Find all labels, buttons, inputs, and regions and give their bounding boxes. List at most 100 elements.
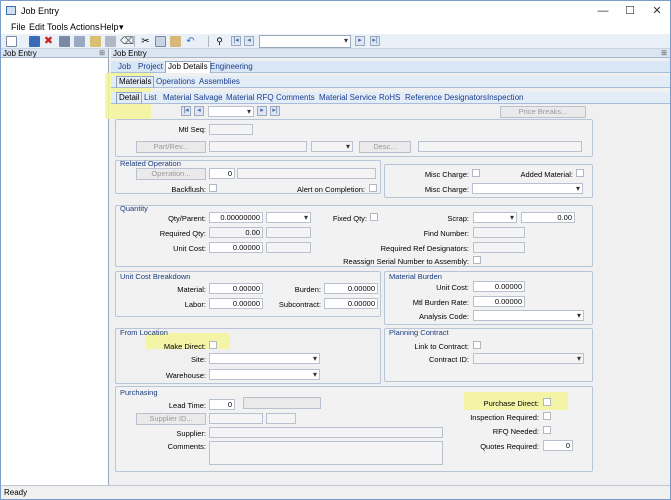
backflush-checkbox[interactable] — [209, 184, 217, 192]
supplier-field[interactable] — [209, 427, 443, 438]
warehouse-select[interactable] — [209, 369, 320, 380]
added-material-checkbox[interactable] — [576, 169, 584, 177]
inspection-required-checkbox[interactable] — [543, 412, 551, 420]
misc-charge-code-select[interactable] — [472, 183, 583, 194]
previous-material-icon[interactable]: ◂ — [194, 106, 204, 116]
rev-field[interactable] — [311, 141, 353, 152]
lead-time-button[interactable] — [243, 397, 321, 409]
required-qty-field[interactable]: 0.00 — [209, 227, 263, 238]
purchase-point-field[interactable] — [266, 413, 296, 424]
tab-material-rfq[interactable]: Material RFQ — [224, 93, 276, 103]
contract-id-select[interactable] — [473, 353, 584, 364]
analysis-code-select[interactable] — [473, 310, 584, 321]
attachment-icon[interactable] — [90, 36, 101, 47]
material-selector[interactable] — [208, 106, 254, 117]
maximize-button[interactable]: ☐ — [618, 4, 642, 18]
comments-field[interactable] — [209, 441, 443, 465]
tab-project[interactable]: Project — [136, 62, 165, 72]
tab-operations[interactable]: Operations — [154, 77, 197, 87]
close-button[interactable]: ✕ — [645, 4, 669, 18]
tab-assemblies[interactable]: Assemblies — [197, 77, 242, 87]
supplier-id-field[interactable] — [209, 413, 263, 424]
operation-field[interactable]: 0 — [209, 168, 235, 179]
site-select[interactable] — [209, 353, 320, 364]
find-number-field[interactable] — [473, 227, 525, 238]
unit-cost-uom-field[interactable] — [266, 242, 311, 253]
part-rev-button[interactable]: Part/Rev... — [136, 141, 206, 153]
print-preview-icon[interactable] — [74, 36, 85, 47]
make-direct-checkbox[interactable] — [209, 341, 217, 349]
last-record-icon[interactable]: ▸| — [370, 36, 380, 46]
supplier-id-button[interactable]: Supplier ID... — [136, 413, 206, 425]
record-selector[interactable] — [259, 35, 351, 48]
tab-engineering[interactable]: Engineering — [208, 62, 255, 72]
required-ref-designators-field[interactable] — [473, 242, 525, 253]
tab-list[interactable]: List — [142, 93, 158, 103]
menu-help[interactable]: Help — [100, 22, 119, 32]
material-cost-field[interactable]: 0.00000 — [209, 283, 263, 294]
desc-button[interactable]: Desc... — [359, 141, 411, 153]
qty-uom-select[interactable] — [266, 212, 311, 223]
tab-material-service[interactable]: Material Service — [317, 93, 378, 103]
price-breaks-button[interactable]: Price Breaks... — [500, 106, 586, 118]
tab-rohs[interactable]: RoHS — [377, 93, 402, 103]
paste-icon[interactable] — [170, 36, 181, 47]
part-field[interactable] — [209, 141, 307, 152]
quotes-required-field[interactable]: 0 — [543, 440, 573, 451]
misc-charge-checkbox[interactable] — [472, 169, 480, 177]
tab-detail[interactable]: Detail — [116, 92, 143, 104]
menu-overflow-icon[interactable]: ▾ — [119, 22, 124, 33]
pin-icon[interactable]: ⊞ — [661, 49, 667, 58]
mtl-seq-field[interactable] — [209, 124, 253, 135]
mtl-burden-rate-field[interactable]: 0.00000 — [473, 296, 525, 307]
desc-field[interactable] — [418, 141, 582, 152]
print-icon[interactable] — [59, 36, 70, 47]
scrap-type-select[interactable] — [473, 212, 517, 223]
tab-comments[interactable]: Comments — [274, 93, 317, 103]
tab-materials[interactable]: Materials — [116, 76, 155, 88]
tab-job[interactable]: Job — [116, 62, 133, 72]
copy-icon[interactable] — [155, 36, 166, 47]
first-record-icon[interactable]: |◂ — [231, 36, 241, 46]
scrap-field[interactable]: 0.00 — [521, 212, 575, 223]
operation-button[interactable]: Operation... — [136, 168, 206, 180]
last-material-icon[interactable]: ▸| — [270, 106, 280, 116]
link-to-contract-checkbox[interactable] — [473, 341, 481, 349]
tab-job-details[interactable]: Job Details — [165, 61, 211, 73]
clear-icon[interactable]: ⌫ — [120, 36, 134, 47]
binoculars-icon[interactable]: ⚲ — [214, 36, 225, 47]
tab-reference-designators[interactable]: Reference Designators — [403, 93, 489, 103]
minimize-button[interactable]: — — [591, 4, 615, 18]
cut-icon[interactable]: ✂ — [140, 36, 151, 47]
previous-record-icon[interactable]: ◂ — [244, 36, 254, 46]
refresh-icon[interactable] — [105, 36, 116, 47]
new-icon[interactable] — [6, 36, 17, 47]
menu-actions[interactable]: Actions — [70, 22, 100, 32]
next-material-icon[interactable]: ▸ — [257, 106, 267, 116]
subcontract-cost-field[interactable]: 0.00000 — [324, 298, 378, 309]
reassign-serial-checkbox[interactable] — [473, 256, 481, 264]
burden-unit-cost-field[interactable]: 0.00000 — [473, 281, 525, 292]
burden-cost-field[interactable]: 0.00000 — [324, 283, 378, 294]
rfq-needed-checkbox[interactable] — [543, 426, 551, 434]
alert-on-completion-checkbox[interactable] — [369, 184, 377, 192]
undo-icon[interactable]: ↶ — [185, 36, 196, 47]
menu-edit[interactable]: Edit — [29, 22, 45, 32]
tab-inspection[interactable]: Inspection — [485, 93, 525, 103]
labor-cost-field[interactable]: 0.00000 — [209, 298, 263, 309]
save-icon[interactable] — [29, 36, 40, 47]
fixed-qty-checkbox[interactable] — [370, 213, 378, 221]
operation-description-field[interactable] — [237, 168, 376, 179]
purchase-direct-checkbox[interactable] — [543, 398, 551, 406]
menu-file[interactable]: File — [11, 22, 26, 32]
pin-icon[interactable]: ⊞ — [99, 49, 105, 58]
delete-icon[interactable]: ✖ — [43, 36, 54, 47]
first-material-icon[interactable]: |◂ — [181, 106, 191, 116]
tab-material-salvage[interactable]: Material Salvage — [161, 93, 225, 103]
lead-time-field[interactable]: 0 — [209, 399, 235, 410]
qty-parent-field[interactable]: 0.00000000 — [209, 212, 263, 223]
menu-tools[interactable]: Tools — [47, 22, 68, 32]
required-qty-uom-field[interactable] — [266, 227, 311, 238]
next-record-icon[interactable]: ▸ — [355, 36, 365, 46]
unit-cost-field[interactable]: 0.00000 — [209, 242, 263, 253]
